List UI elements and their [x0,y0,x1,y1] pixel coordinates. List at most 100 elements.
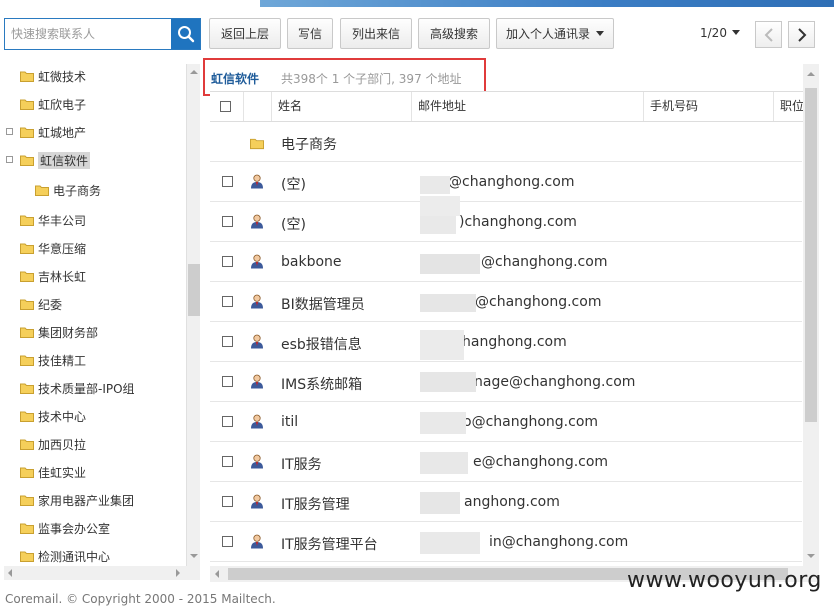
scroll-left-icon[interactable] [8,569,12,577]
table-row[interactable]: bakbone @changhong.com [210,242,802,282]
tree-item[interactable]: 纪委 [20,294,62,314]
contact-email[interactable]: @changhong.com [481,254,607,270]
tree-item[interactable]: 华丰公司 [20,210,86,230]
scroll-down-icon[interactable] [807,554,815,558]
row-checkbox[interactable] [222,296,233,307]
tree-scroll-thumb[interactable] [188,264,200,316]
page-selector[interactable]: 1/20 [700,26,740,40]
contact-name[interactable]: IT服务 [281,454,322,474]
back-button[interactable]: 返回上层 [209,18,281,49]
folder-icon [20,243,34,254]
table-row[interactable]: (空) @changhong.com [210,162,802,202]
contact-email[interactable]: @changhong.com [448,174,574,190]
column-header-position[interactable]: 职位 [774,92,804,121]
tree-item[interactable]: 吉林长虹 [20,266,86,286]
contact-email[interactable]: @changhong.com [475,294,601,310]
column-header-mobile[interactable]: 手机号码 [644,92,774,121]
table-scroll-thumb[interactable] [805,88,817,422]
row-checkbox[interactable] [222,536,233,547]
contact-name[interactable]: IT服务管理平台 [281,534,378,554]
contact-name[interactable]: (空) [281,174,306,194]
tree-item[interactable]: 电子商务 [35,180,101,200]
contact-email[interactable]: )changhong.com [459,214,577,230]
redaction-mask [420,216,456,234]
tree-horizontal-scrollbar[interactable] [4,566,200,580]
search-button[interactable] [171,19,200,49]
tree-item[interactable]: 虹微技术 [20,66,86,86]
contact-name[interactable]: BI数据管理员 [281,294,365,314]
tree-expander[interactable] [6,128,13,135]
contact-name[interactable]: itil [281,414,298,430]
table-row[interactable]: BI数据管理员 @changhong.com [210,282,802,322]
tree-item[interactable]: 家用电器产业集团 [20,490,134,510]
compose-button[interactable]: 写信 [287,18,333,49]
tree-item[interactable]: 技术中心 [20,406,86,426]
column-header-email[interactable]: 邮件地址 [412,92,644,121]
tree-item[interactable]: 虹城地产 [20,122,86,142]
search-input[interactable] [5,19,172,49]
contact-email[interactable]: anghong.com [464,494,560,510]
add-personal-contacts-dropdown[interactable]: 加入个人通讯录 [496,18,614,49]
row-checkbox[interactable] [222,376,233,387]
column-header-name[interactable]: 姓名 [272,92,412,121]
tree-item[interactable]: 华意压缩 [20,238,86,258]
next-page-button[interactable] [788,21,815,48]
page-indicator: 1/20 [700,26,727,40]
table-row[interactable]: esb报错信息 hanghong.com [210,322,802,362]
tree-item[interactable]: 技术质量部-IPO组 [20,378,135,398]
advanced-search-button[interactable]: 高级搜索 [418,18,490,49]
user-icon [251,254,263,269]
select-all-checkbox[interactable] [220,101,231,112]
row-checkbox[interactable] [222,416,233,427]
table-row[interactable]: IMS系统邮箱 nage@changhong.com [210,362,802,402]
tree-item[interactable]: 虹欣电子 [20,94,86,114]
table-row[interactable]: IT服务管理 anghong.com [210,482,802,522]
contact-name[interactable]: esb报错信息 [281,334,362,354]
row-checkbox[interactable] [222,456,233,467]
tree-item[interactable]: 检测通讯中心 [20,546,110,566]
contact-email[interactable]: in@changhong.com [489,534,628,550]
scroll-up-icon[interactable] [807,72,815,76]
contact-email[interactable]: hanghong.com [462,334,567,350]
tree-item-label: 监事会办公室 [38,521,111,536]
tree-item[interactable]: 虹信软件 [20,150,91,170]
contact-name[interactable]: (空) [281,214,306,234]
contact-name[interactable]: IT服务管理 [281,494,350,514]
subfolder-row[interactable]: 电子商务 [210,122,802,162]
contact-email[interactable]: nage@changhong.com [474,374,635,390]
table-row[interactable]: IT服务管理平台 in@changhong.com [210,522,802,562]
tree-item[interactable]: 集团财务部 [20,322,98,342]
tree-item[interactable]: 加西贝拉 [20,434,86,454]
tree-expander[interactable] [6,156,13,163]
row-checkbox[interactable] [222,496,233,507]
tree-item-label: 华意压缩 [38,241,87,256]
scroll-left-icon[interactable] [215,570,219,578]
contact-name[interactable]: bakbone [281,254,342,270]
tree-vertical-scrollbar[interactable] [186,64,200,566]
contact-email[interactable]: e@changhong.com [473,454,608,470]
row-checkbox[interactable] [222,256,233,267]
scroll-up-icon[interactable] [190,70,198,74]
tree-item[interactable]: 监事会办公室 [20,518,110,538]
row-checkbox[interactable] [222,176,233,187]
scroll-right-icon[interactable] [176,569,180,577]
table-row[interactable]: itil o@changhong.com [210,402,802,442]
folder-icon [250,138,264,150]
list-mail-button[interactable]: 列出来信 [340,18,412,49]
tree-item[interactable]: 佳虹实业 [20,462,86,482]
prev-page-button[interactable] [755,21,782,48]
table-vertical-scrollbar[interactable] [803,64,819,566]
row-checkbox[interactable] [222,216,233,227]
row-checkbox[interactable] [222,336,233,347]
tree-item-label: 虹城地产 [38,125,87,140]
contact-email[interactable]: o@changhong.com [463,414,598,430]
contact-search [4,18,201,50]
table-row[interactable]: (空) )changhong.com [210,202,802,242]
user-icon [251,454,263,469]
scroll-down-icon[interactable] [190,554,198,558]
contact-name[interactable]: IMS系统邮箱 [281,374,362,394]
table-row[interactable]: IT服务 e@changhong.com [210,442,802,482]
tree-item[interactable]: 技佳精工 [20,350,86,370]
redaction-mask [420,196,460,216]
redaction-mask [420,294,476,312]
